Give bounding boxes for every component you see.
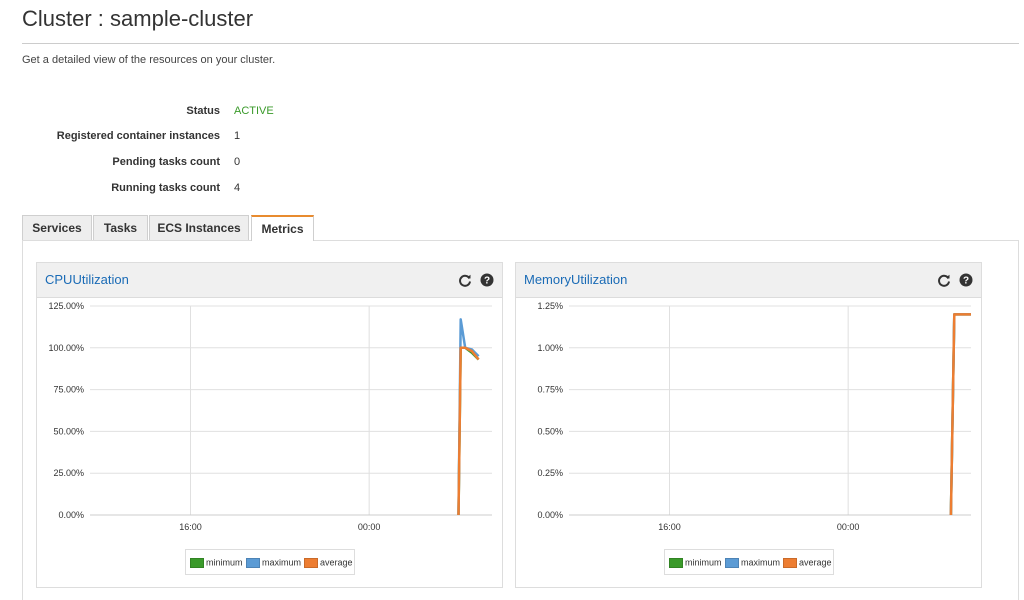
tab-tasks[interactable]: Tasks [93,215,148,240]
cpu-utilization-title[interactable]: CPUUtilization [45,272,129,287]
svg-text:?: ? [963,275,969,286]
legend-label: maximum [741,557,781,568]
memory-utilization-title[interactable]: MemoryUtilization [524,272,627,287]
detail-label: Running tasks count [111,182,220,194]
legend-item-average[interactable]: average [304,557,353,568]
detail-label: Registered container instances [56,130,220,142]
cpu-utilization-chart: 0.00% 25.00% 50.00% 75.00% 100.00% 125.00% 16:… [48,301,492,532]
legend-label: average [799,557,832,568]
legend-swatch-maximum [725,557,739,568]
tab-services[interactable]: Services [22,215,92,240]
y-tick-label: 1.00% [537,343,563,353]
detail-row-running: Running tasks count [22,182,220,198]
page-subtitle: Get a detailed view of the resources on … [22,54,276,66]
title-divider [22,43,1019,44]
y-tick-label: 0.75% [537,385,563,395]
plot-area [90,306,492,515]
legend-item-maximum[interactable]: maximum [246,557,302,568]
detail-label: Pending tasks count [112,156,220,168]
running-tasks-value: 4 [234,182,241,194]
y-tick-label: 0.50% [537,426,563,436]
plot-area [569,306,971,515]
cpu-utilization-panel: CPUUtilization ? 0.00% 25.00% 50.00% 75.00%… [36,262,503,588]
legend-swatch-minimum [669,557,683,568]
legend-swatch-maximum [246,557,260,568]
y-tick-label: 100.00% [48,343,84,353]
legend-swatch-average [783,557,797,568]
legend-label: average [320,557,353,568]
help-icon[interactable]: ? [480,273,494,287]
svg-text:?: ? [484,275,490,286]
x-tick-label: 00:00 [358,522,381,532]
detail-row-status: Status [22,105,220,121]
legend-item-minimum[interactable]: minimum [190,557,243,568]
x-tick-label: 00:00 [837,522,860,532]
tab-metrics[interactable]: Metrics [251,215,314,241]
legend-item-average[interactable]: average [783,557,832,568]
panel-icons: ? [454,271,494,287]
pending-tasks-value: 0 [234,156,241,168]
legend-label: minimum [206,557,243,568]
y-tick-label: 25.00% [53,468,84,478]
legend-label: minimum [685,557,722,568]
memory-chart-legend: minimum maximum average [664,549,834,575]
y-tick-label: 125.00% [48,301,84,311]
detail-row-registered: Registered container instances [22,130,220,146]
help-icon[interactable]: ? [959,273,973,287]
refresh-icon[interactable] [458,273,472,287]
legend-item-maximum[interactable]: maximum [725,557,781,568]
legend-swatch-minimum [190,557,204,568]
y-tick-label: 0.25% [537,468,563,478]
y-tick-label: 50.00% [53,426,84,436]
legend-swatch-average [304,557,318,568]
detail-row-pending: Pending tasks count [22,156,220,172]
memory-utilization-panel: MemoryUtilization ? 0.00% 0.25% 0.50% 0.75%… [515,262,982,588]
tab-ecs-instances[interactable]: ECS Instances [149,215,249,240]
legend-label: maximum [262,557,302,568]
status-value: ACTIVE [234,105,274,117]
panel-icons: ? [933,271,973,287]
detail-label: Status [186,105,220,117]
y-tick-label: 1.25% [537,301,563,311]
panel-header: MemoryUtilization ? [516,263,981,298]
registered-instances-value: 1 [234,130,241,142]
refresh-icon[interactable] [937,273,951,287]
legend-item-minimum[interactable]: minimum [669,557,722,568]
y-tick-label: 0.00% [58,510,84,520]
cpu-chart-legend: minimum maximum average [185,549,355,575]
x-tick-label: 16:00 [179,522,202,532]
y-tick-label: 0.00% [537,510,563,520]
y-tick-label: 75.00% [53,385,84,395]
memory-utilization-chart: 0.00% 0.25% 0.50% 0.75% 1.00% 1.25% 16:00 00:00… [537,301,971,532]
page-title: Cluster : sample-cluster [22,6,254,31]
panel-header: CPUUtilization ? [37,263,502,298]
x-tick-label: 16:00 [658,522,681,532]
